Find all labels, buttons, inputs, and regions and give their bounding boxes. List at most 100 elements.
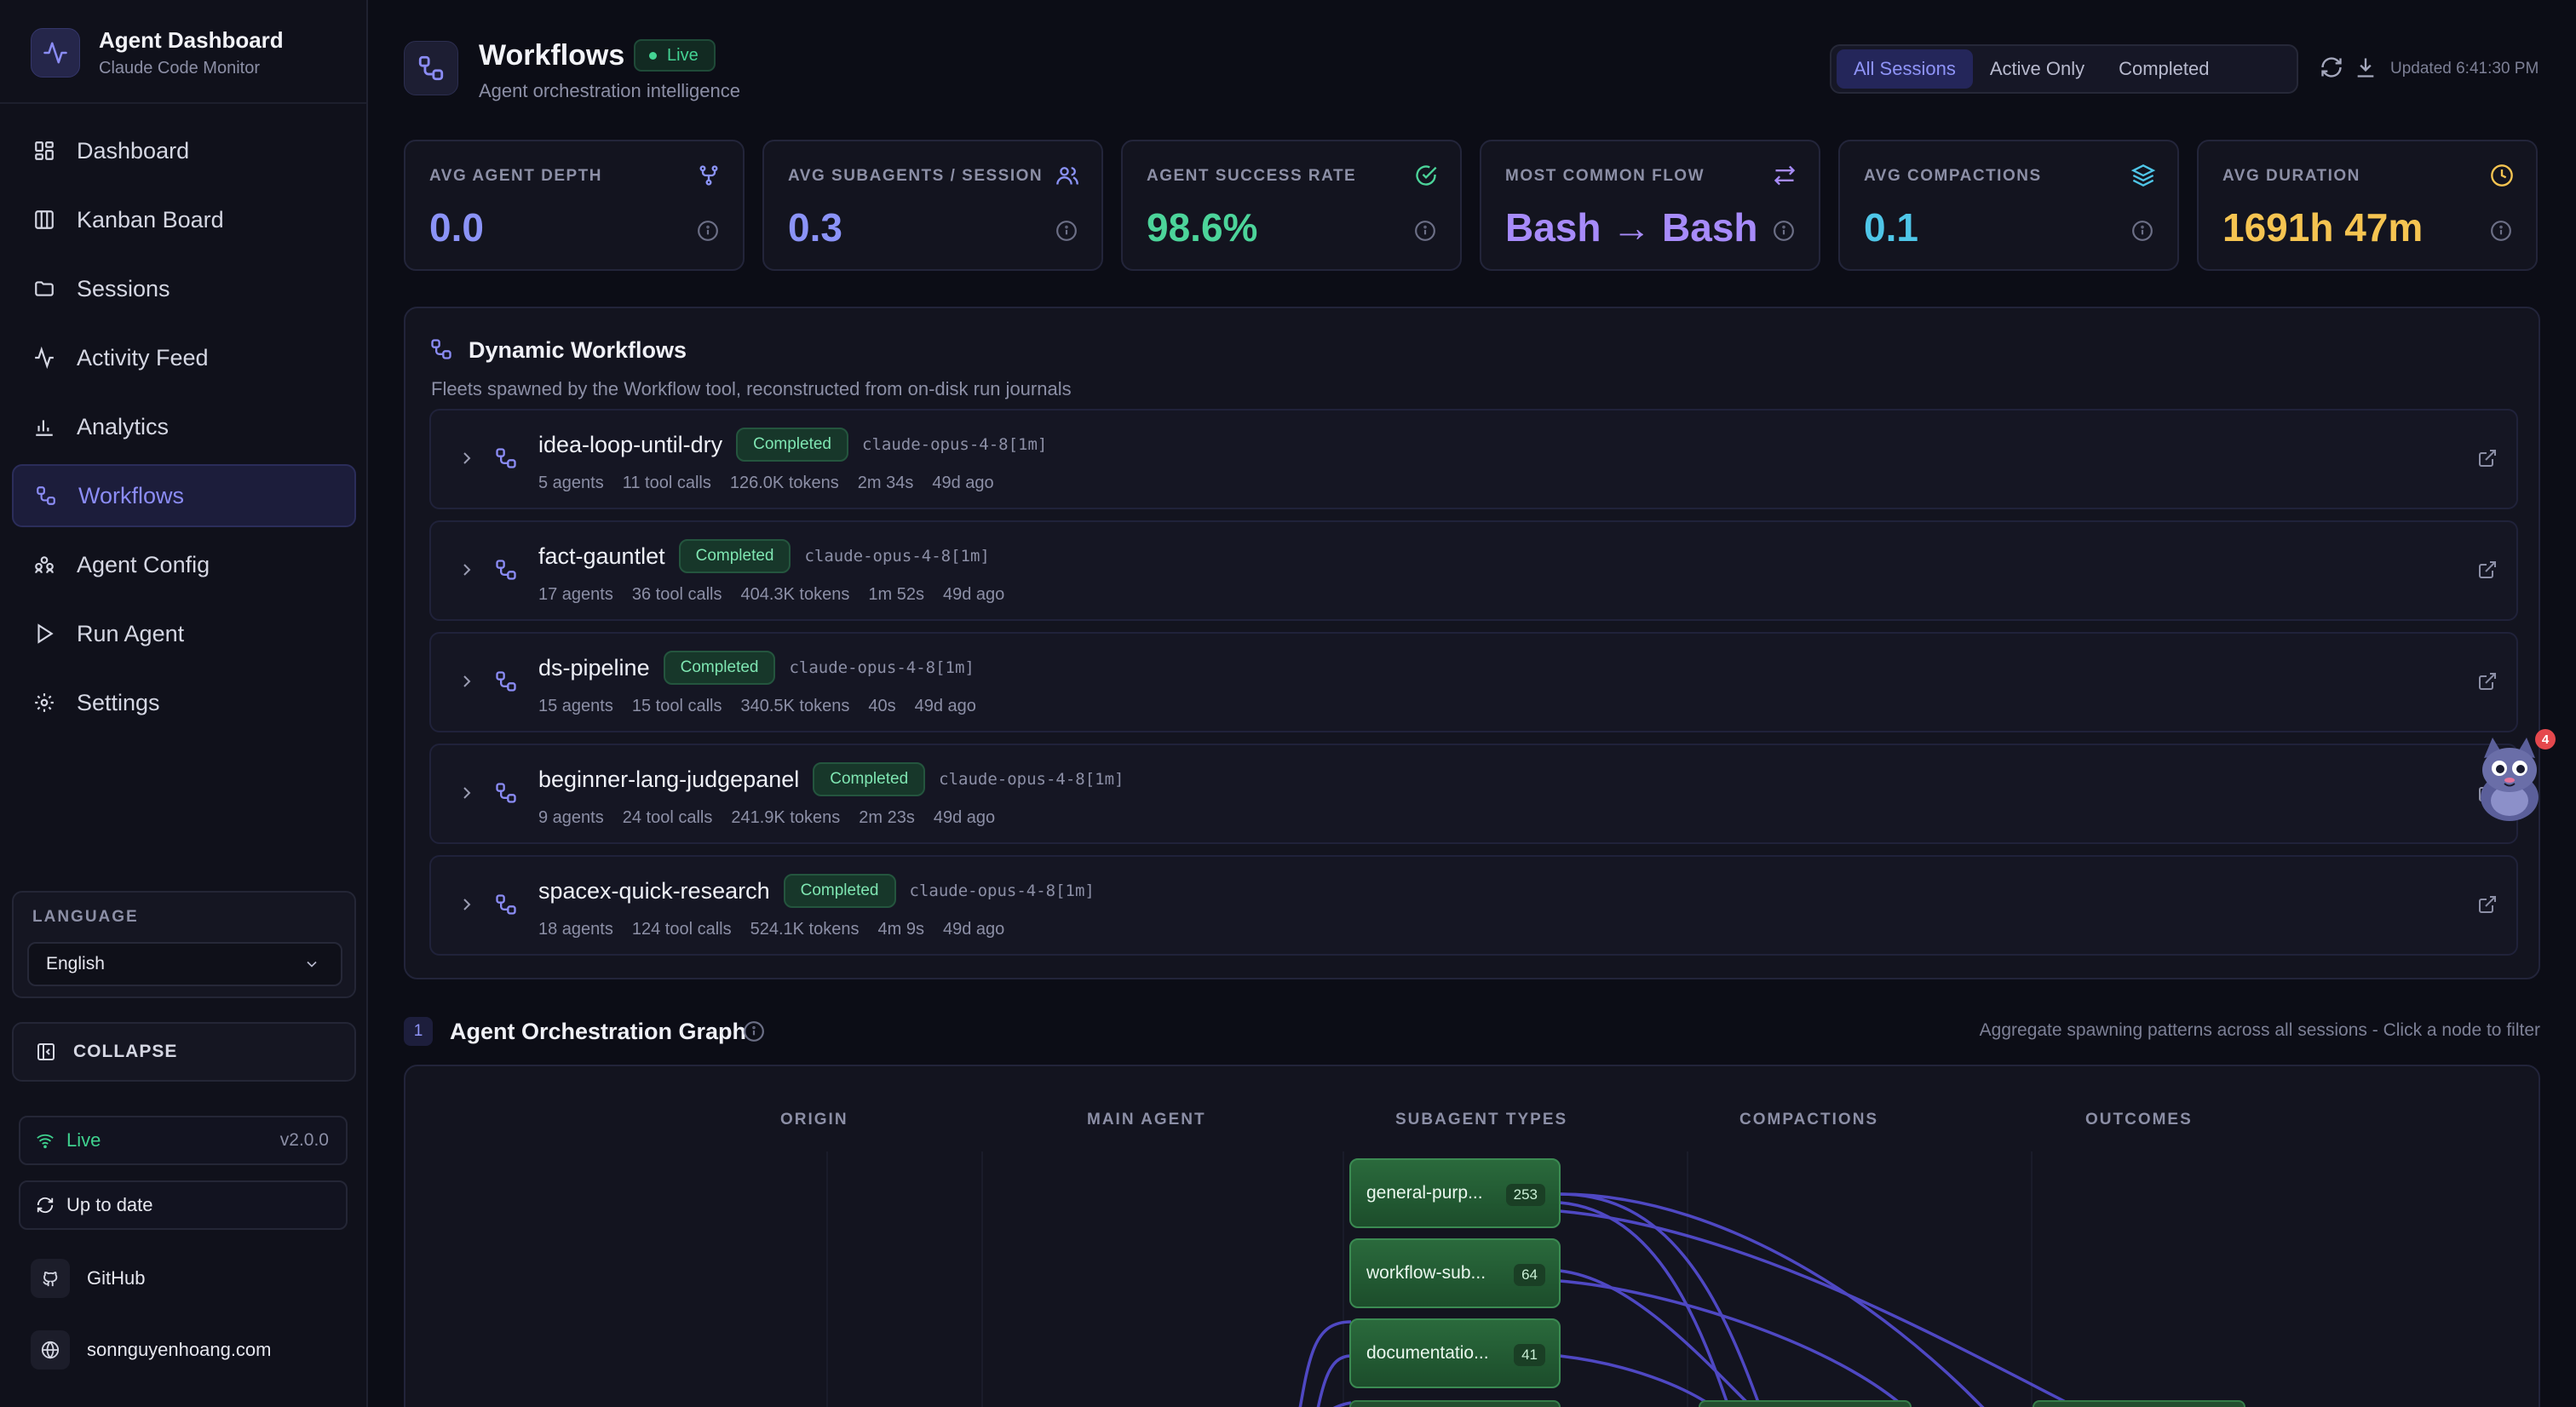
orchestration-graph: ORIGIN MAIN AGENT SUBAGENT TYPES COMPACT… xyxy=(404,1065,2540,1407)
mascot-cat-button[interactable]: 4 xyxy=(2469,729,2556,826)
node-label: documentatio... xyxy=(1366,1343,1489,1363)
collapse-button[interactable]: COLLAPSE xyxy=(12,1022,356,1082)
graph-node-partial[interactable] xyxy=(1699,1400,1912,1407)
sidebar-item-label: Kanban Board xyxy=(77,206,224,233)
section-number: 1 xyxy=(404,1017,433,1046)
sidebar-item-label: Activity Feed xyxy=(77,344,209,370)
refresh-button[interactable] xyxy=(2314,51,2349,87)
time-ago: 49d ago xyxy=(942,585,1005,604)
brand-title: Agent Dashboard xyxy=(99,27,284,53)
workflow-icon xyxy=(429,337,453,365)
version-label: v2.0.0 xyxy=(279,1130,329,1150)
section-subtitle: Fleets spawned by the Workflow tool, rec… xyxy=(431,378,1072,399)
activity-icon xyxy=(31,28,80,78)
node-count: 64 xyxy=(1514,1264,1545,1286)
sidebar-item-dashboard[interactable]: Dashboard xyxy=(12,119,356,182)
sidebar-item-workflows[interactable]: Workflows xyxy=(12,464,356,527)
graph-node-documentation[interactable]: documentatio... 41 xyxy=(1349,1318,1561,1388)
chevron-right-icon[interactable] xyxy=(457,448,477,473)
sidebar-item-agent-config[interactable]: Agent Config xyxy=(12,533,356,596)
info-icon[interactable] xyxy=(2490,220,2512,246)
workflow-row[interactable]: idea-loop-until-dry Completed claude-opus-… xyxy=(429,409,2518,509)
agent-count: 9 agents xyxy=(538,808,604,827)
live-status: Live v2.0.0 xyxy=(19,1116,348,1165)
chevron-right-icon[interactable] xyxy=(457,671,477,696)
external-link-icon[interactable] xyxy=(2477,560,2498,584)
section-title: Dynamic Workflows xyxy=(469,337,687,363)
info-icon[interactable] xyxy=(1055,220,1078,246)
update-button[interactable]: Up to date xyxy=(19,1180,348,1230)
info-icon[interactable] xyxy=(2131,220,2153,246)
sidebar-item-sessions[interactable]: Sessions xyxy=(12,257,356,320)
filter-completed[interactable]: Completed xyxy=(2102,49,2226,89)
workflow-name[interactable]: spacex-quick-research xyxy=(538,878,770,904)
language-label: LANGUAGE xyxy=(32,908,139,926)
graph-node-general-purpose[interactable]: general-purp... 253 xyxy=(1349,1158,1561,1228)
stat-value: 98.6% xyxy=(1147,205,1258,250)
tool-call-count: 11 tool calls xyxy=(622,474,711,492)
workflow-name[interactable]: fact-gauntlet xyxy=(538,543,665,570)
chevron-right-icon[interactable] xyxy=(457,894,477,919)
filter-all-sessions[interactable]: All Sessions xyxy=(1837,49,1973,89)
users-icon xyxy=(31,551,58,578)
session-filter: All Sessions Active Only Completed xyxy=(1830,44,2298,94)
graph-node-workflow-subagent[interactable]: workflow-sub... 64 xyxy=(1349,1238,1561,1308)
external-link-icon[interactable] xyxy=(2477,894,2498,919)
filter-active-only[interactable]: Active Only xyxy=(1973,49,2102,89)
sidebar-item-run-agent[interactable]: Run Agent xyxy=(12,602,356,665)
chevron-right-icon[interactable] xyxy=(457,560,477,584)
website-label: sonnguyenhoang.com xyxy=(87,1339,272,1360)
website-link[interactable]: sonnguyenhoang.com xyxy=(31,1330,272,1370)
panel-collapse-icon xyxy=(36,1042,56,1062)
sidebar-item-settings[interactable]: Settings xyxy=(12,671,356,734)
stat-value: 1691h 47m xyxy=(2222,205,2424,250)
sidebar-item-label: Settings xyxy=(77,689,160,715)
sidebar-item-label: Analytics xyxy=(77,413,170,439)
workflow-name[interactable]: idea-loop-until-dry xyxy=(538,432,722,458)
refresh-icon xyxy=(36,1196,55,1215)
graph-node-partial[interactable] xyxy=(1349,1400,1561,1407)
updated-timestamp: Updated 6:41:30 PM xyxy=(2390,60,2539,78)
github-link[interactable]: GitHub xyxy=(31,1259,145,1298)
workflow-row[interactable]: spacex-quick-research Completed claude-opu… xyxy=(429,855,2518,956)
model-label: claude-opus-4-8[1m] xyxy=(789,658,975,677)
sidebar-item-kanban[interactable]: Kanban Board xyxy=(12,188,356,251)
token-count: 524.1K tokens xyxy=(750,920,860,939)
workflow-name[interactable]: beginner-lang-judgepanel xyxy=(538,767,799,793)
grid-icon xyxy=(31,137,58,164)
external-link-icon[interactable] xyxy=(2477,448,2498,473)
status-badge-label: Live xyxy=(667,45,699,65)
sidebar-item-label: Sessions xyxy=(77,275,170,302)
language-select[interactable]: English xyxy=(27,942,342,986)
tool-call-count: 15 tool calls xyxy=(631,697,722,715)
workflow-row[interactable]: ds-pipeline Completed claude-opus-4-8[1m] 1… xyxy=(429,632,2518,732)
model-label: claude-opus-4-8[1m] xyxy=(909,882,1095,900)
info-icon[interactable] xyxy=(1773,220,1795,246)
sidebar-item-analytics[interactable]: Analytics xyxy=(12,395,356,458)
stat-value: 0.1 xyxy=(1864,205,1918,250)
info-icon[interactable] xyxy=(697,220,719,246)
info-icon[interactable] xyxy=(743,1020,765,1047)
workflow-row[interactable]: beginner-lang-judgepanel Completed claude-… xyxy=(429,744,2518,844)
token-count: 126.0K tokens xyxy=(729,474,839,492)
workflow-row[interactable]: fact-gauntlet Completed claude-opus-4-8[1m… xyxy=(429,520,2518,621)
external-link-icon[interactable] xyxy=(2477,671,2498,696)
github-label: GitHub xyxy=(87,1267,146,1289)
workflow-icon xyxy=(494,781,518,809)
status-badge: Completed xyxy=(663,651,776,685)
download-button[interactable] xyxy=(2348,51,2383,87)
duration: 2m 23s xyxy=(859,808,915,827)
brand[interactable]: Agent Dashboard Claude Code Monitor xyxy=(31,27,284,78)
tool-call-count: 36 tool calls xyxy=(631,585,722,604)
git-fork-icon xyxy=(697,164,721,192)
graph-node-partial[interactable] xyxy=(2033,1400,2245,1407)
workflow-icon xyxy=(494,669,518,698)
sidebar-item-label: Run Agent xyxy=(77,620,185,646)
info-icon[interactable] xyxy=(1414,220,1436,246)
stat-label: AVG COMPACTIONS xyxy=(1864,167,2042,185)
sidebar: Agent Dashboard Claude Code Monitor Dash… xyxy=(0,0,368,1407)
tool-call-count: 24 tool calls xyxy=(622,808,713,827)
sidebar-item-activity-feed[interactable]: Activity Feed xyxy=(12,326,356,389)
workflow-name[interactable]: ds-pipeline xyxy=(538,655,650,681)
chevron-right-icon[interactable] xyxy=(457,783,477,807)
